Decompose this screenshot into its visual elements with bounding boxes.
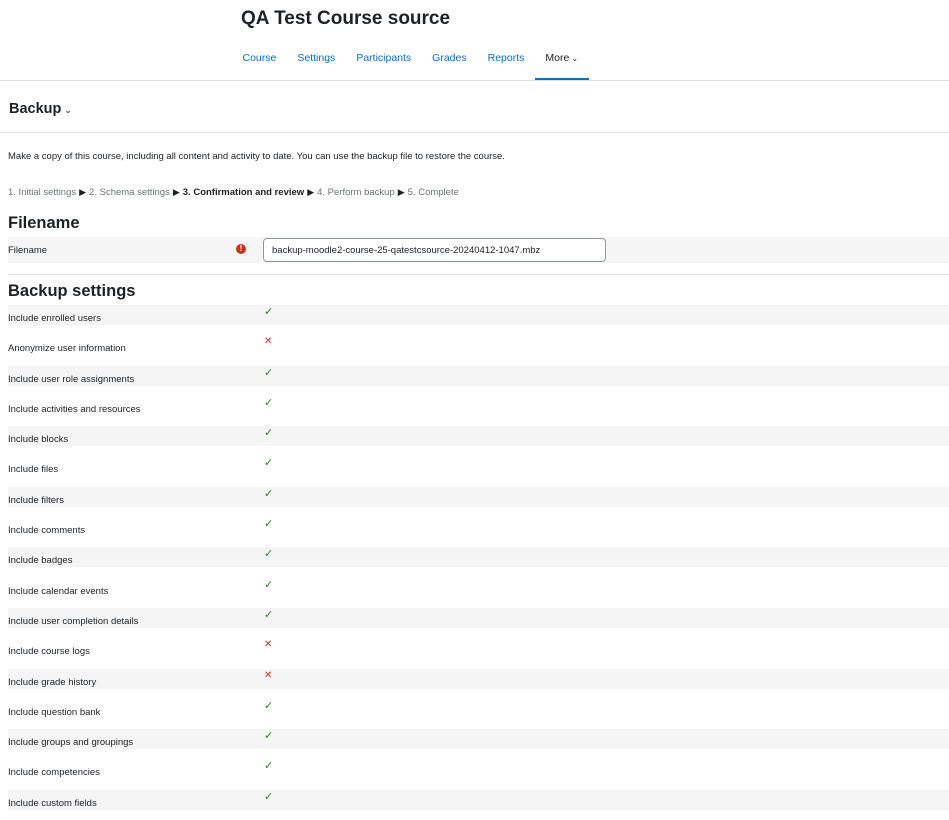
check-icon: ✓ [264,699,274,712]
setting-label: Include filters [8,494,64,506]
setting-row: Include comments ✓ [8,517,949,547]
setting-row: Include user completion details ✓ [8,607,949,628]
setting-row: Include user role assignments ✓ [8,365,949,386]
setting-label: Include blocks [8,434,69,446]
setting-row: Include custom fields ✓ [8,789,949,810]
nav-more[interactable]: More ⌄ [534,44,589,80]
backup-settings-list: Include enrolled users ✓ Anonymize user in… [8,305,949,820]
step-item: 4. Perform backup [317,187,395,198]
cross-icon: ✕ [264,669,273,681]
check-icon: ✓ [264,457,274,470]
setting-row: Include calendar events ✓ [8,578,949,608]
cross-icon: ✕ [264,639,273,651]
nav-more-label: More [545,52,570,64]
setting-row: Include groups and groupings ✓ [8,729,949,750]
setting-row: Include course logs ✕ [8,638,949,668]
filename-input[interactable] [263,238,606,262]
nav-participants[interactable]: Participants [346,44,422,80]
cross-icon: ✕ [264,336,273,348]
setting-row: Include competencies ✓ [8,759,949,789]
backup-menu[interactable]: Backup ⌄ [9,101,72,117]
setting-row: Include enrolled users ✓ [8,305,949,325]
setting-row: Include files ✓ [8,456,949,486]
course-header: QA Test Course source Course Settings Part… [0,0,949,81]
setting-label: Include question bank [8,706,101,718]
check-icon: ✓ [264,396,274,409]
setting-label: Include files [8,464,59,476]
setting-label: Include competencies [8,767,100,779]
setting-row: Anonymize user information ✕ [8,335,949,365]
setting-row: Include grade history ✕ [8,668,949,689]
setting-row: Include blocks ✓ [8,426,949,447]
step-item: 1. Initial settings [8,187,77,198]
setting-label: Include course logs [8,646,90,658]
step-item: 3. Confirmation and review [182,187,305,198]
setting-label: Include user role assignments [8,373,135,385]
step-item: 2. Schema settings [89,187,170,198]
setting-label: Include custom fields [8,797,97,809]
nav-grades[interactable]: Grades [422,44,477,80]
section-divider [8,274,949,275]
filename-label: Filename [8,245,48,256]
check-icon: ✓ [264,548,274,561]
setting-label: Anonymize user information [8,343,126,355]
nav-course[interactable]: Course [232,44,287,80]
check-icon: ✓ [264,306,274,318]
backup-menu-label: Backup [9,101,62,117]
filename-row: Filename ! [8,237,949,263]
setting-row: Include badges ✓ [8,547,949,568]
chevron-down-icon: ⌄ [64,105,72,115]
exclamation-circle-icon: ! [236,244,246,254]
setting-label: Include grade history [8,676,97,688]
setting-label: Include calendar events [8,585,109,597]
page-description: Make a copy of this course, including al… [8,151,505,162]
step-separator: ▶ [397,187,405,197]
check-icon: ✓ [264,487,274,500]
setting-row: Include filters ✓ [8,486,949,507]
setting-row: Include question bank ✓ [8,699,949,729]
check-icon: ✓ [264,427,274,440]
secondary-navigation: Course Settings Participants Grades Reports … [232,44,589,80]
nav-settings[interactable]: Settings [287,44,346,80]
setting-label: Include badges [8,555,73,567]
filename-heading: Filename [8,214,80,232]
setting-label: Include activities and resources [8,403,141,415]
check-icon: ✓ [264,578,274,591]
backup-action-bar: Backup ⌄ [0,80,949,133]
check-icon: ✓ [264,760,274,773]
check-icon: ✓ [264,366,274,379]
course-title: QA Test Course source [241,8,451,29]
step-separator: ▶ [172,187,180,197]
check-icon: ✓ [264,608,274,621]
setting-label: Include user completion details [8,615,139,627]
setting-label: Include comments [8,525,86,537]
check-icon: ✓ [264,730,274,743]
check-icon: ✓ [264,790,274,803]
setting-row: Include activities and resources ✓ [8,396,949,426]
step-separator: ▶ [79,187,87,197]
check-icon: ✓ [264,518,274,531]
step-separator: ▶ [307,187,315,197]
backup-steps-breadcrumb: 1. Initial settings ▶ 2. Schema settings ▶ 3… [8,187,459,198]
step-item: 5. Complete [407,187,459,198]
chevron-down-icon: ⌄ [571,54,579,63]
backup-settings-heading: Backup settings [8,282,136,300]
setting-label: Include enrolled users [8,313,101,324]
setting-label: Include groups and groupings [8,737,134,749]
nav-reports[interactable]: Reports [477,44,535,80]
